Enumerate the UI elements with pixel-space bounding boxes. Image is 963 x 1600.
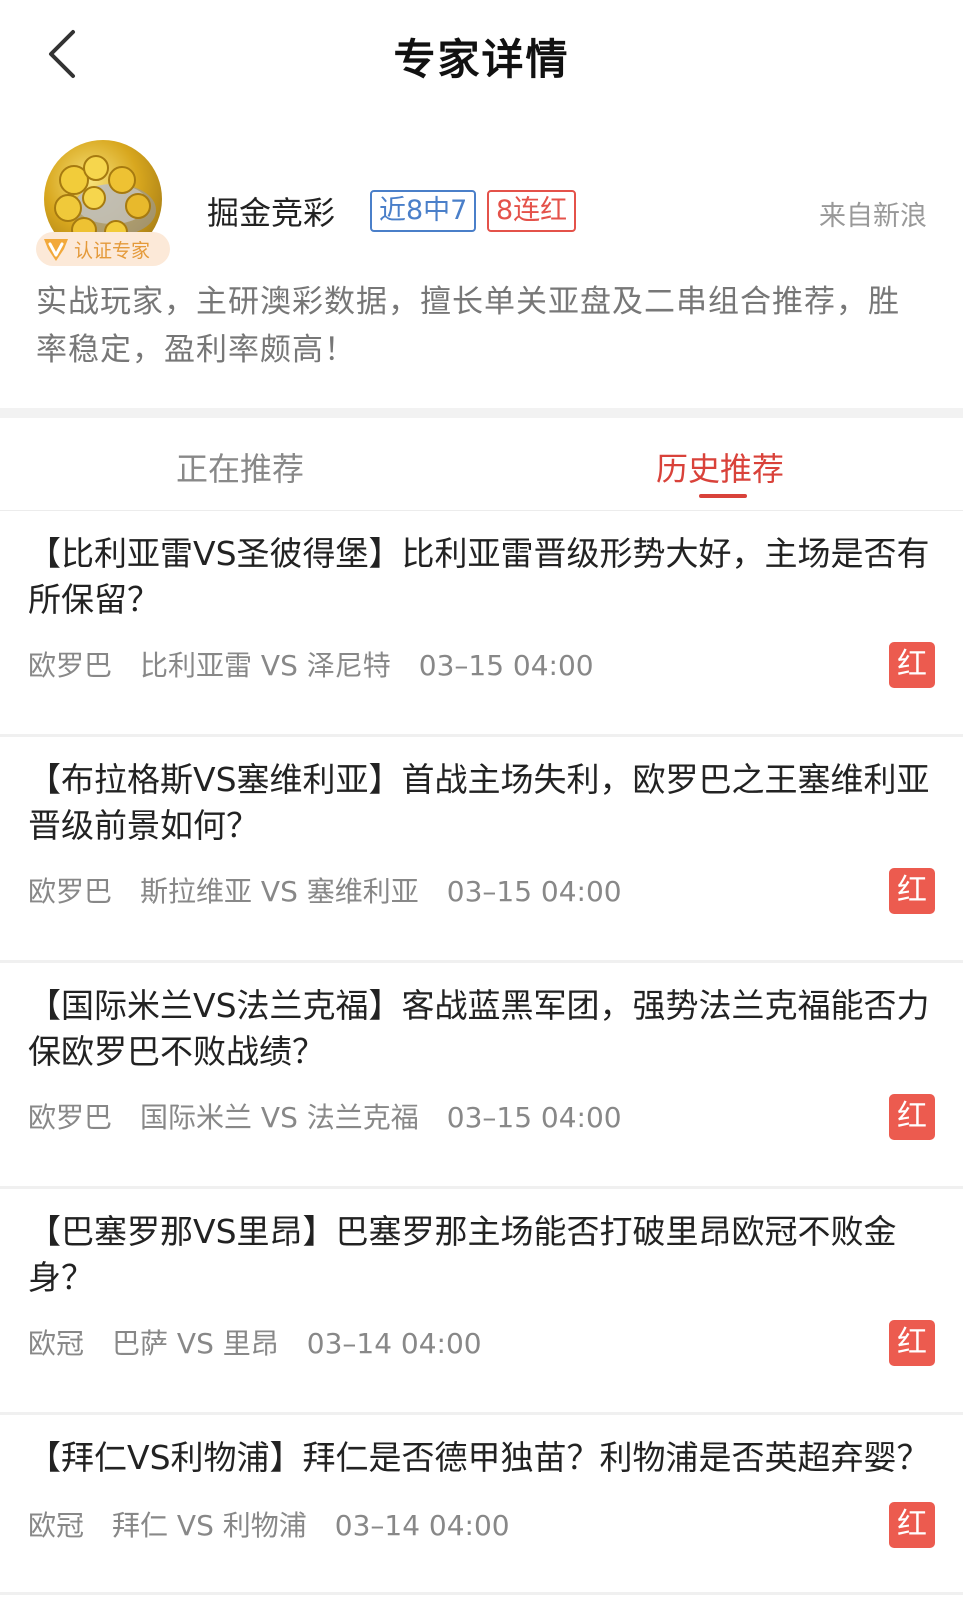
list-item[interactable]: 【巴塞罗那VS里昂】巴塞罗那主场能否打破里昂欧冠不败金身？ 欧冠 巴萨 VS 里昂… xyxy=(0,1189,963,1415)
item-meta: 欧罗巴 斯拉维亚 VS 塞维利亚 03–15 04:00 xyxy=(28,870,650,910)
item-meta: 欧冠 拜仁 VS 利物浦 03–14 04:00 xyxy=(28,1504,538,1544)
item-time: 03–14 04:00 xyxy=(334,1509,510,1542)
item-league: 欧罗巴 xyxy=(28,649,113,682)
list-item[interactable]: 【国际米兰VS法兰克福】客战蓝黑军团，强势法兰克福能否力保欧罗巴不败战绩？ 欧罗… xyxy=(0,963,963,1189)
item-match: 巴萨 VS 里昂 xyxy=(112,1327,279,1360)
item-title: 【比利亚雷VS圣彼得堡】比利亚雷晋级形势大好，主场是否有所保留？ xyxy=(28,534,930,619)
item-title: 【巴塞罗那VS里昂】巴塞罗那主场能否打破里昂欧冠不败金身？ xyxy=(28,1212,897,1297)
item-league: 欧冠 xyxy=(28,1327,85,1360)
streak-tag: 8连红 xyxy=(487,190,577,232)
item-time: 03–15 04:00 xyxy=(418,649,594,682)
item-meta: 欧罗巴 比利亚雷 VS 泽尼特 03–15 04:00 xyxy=(28,644,622,684)
expert-name: 掘金竞彩 xyxy=(207,194,336,232)
source-label: 来自新浪 xyxy=(819,201,927,232)
record-tag: 近8中7 xyxy=(370,190,477,232)
tab-current-recommendations[interactable]: 正在推荐 xyxy=(176,444,304,490)
list-item[interactable]: 【布拉格斯VS塞维利亚】首战主场失利，欧罗巴之王塞维利亚晋级前景如何？ 欧罗巴斯… xyxy=(0,737,963,963)
item-title: 【布拉格斯VS塞维利亚】首战主场失利，欧罗巴之王塞维利亚晋级前景如何？ xyxy=(28,760,930,845)
active-tab-indicator xyxy=(699,494,747,498)
expert-profile: 认证专家 掘金竞彩 近8中7 8连红 来自新浪 实战玩家，主研澳彩数据，擅长单关… xyxy=(0,110,963,408)
item-meta: 欧罗巴 国际米兰 VS 法兰克福 03–15 04:00 xyxy=(28,1096,650,1136)
result-badge: 红 xyxy=(889,868,935,914)
result-badge: 红 xyxy=(889,1094,935,1140)
page-title: 专家详情 xyxy=(393,35,570,84)
item-time: 03–14 04:00 xyxy=(306,1327,482,1360)
result-badge: 红 xyxy=(889,1502,935,1548)
avatar-container: 认证专家 xyxy=(36,140,176,280)
verified-expert-badge: 认证专家 xyxy=(36,232,171,266)
item-match: 比利亚雷 VS 泽尼特 xyxy=(140,649,391,682)
item-time: 03–15 04:00 xyxy=(446,875,622,908)
list-item[interactable]: 【比利亚雷VS圣彼得堡】比利亚雷晋级形势大好，主场是否有所保留？ 欧罗巴 比利亚雷… xyxy=(0,511,963,737)
tab-bar: 正在推荐 历史推荐 xyxy=(0,418,963,511)
item-match: 拜仁 VS 利物浦 xyxy=(112,1509,307,1542)
item-title: 【拜仁VS利物浦】拜仁是否德甲独苗？利物浦是否英超弃婴？ xyxy=(28,1438,930,1477)
verified-label: 认证专家 xyxy=(74,239,151,262)
item-league: 欧罗巴 xyxy=(28,1101,113,1134)
item-meta: 欧冠 巴萨 VS 里昂 03–14 04:00 xyxy=(28,1322,510,1362)
nav-bar: 专家详情 xyxy=(0,0,963,110)
item-match: 斯拉维亚 VS 塞维利亚 xyxy=(140,875,419,908)
item-league: 欧冠 xyxy=(28,1509,85,1542)
item-title: 【国际米兰VS法兰克福】客战蓝黑军团，强势法兰克福能否力保欧罗巴不败战绩？ xyxy=(28,986,930,1071)
item-time: 03–15 04:00 xyxy=(446,1101,622,1134)
result-badge: 红 xyxy=(889,1320,935,1366)
tab-history-recommendations[interactable]: 历史推荐 xyxy=(656,444,784,490)
list-item[interactable]: 【拜仁VS利物浦】拜仁是否德甲独苗？利物浦是否英超弃婴？ 欧冠 拜仁 VS 利物浦… xyxy=(0,1415,963,1595)
expert-bio: 实战玩家，主研澳彩数据，擅长单关亚盘及二串组合推荐，胜率稳定，盈利率颇高！ xyxy=(36,284,900,368)
recommendation-list: 【比利亚雷VS圣彼得堡】比利亚雷晋级形势大好，主场是否有所保留？ 欧罗巴 比利亚雷… xyxy=(0,511,963,1595)
verified-v-icon xyxy=(44,239,68,261)
item-league: 欧罗巴 xyxy=(28,875,113,908)
result-badge: 红 xyxy=(889,642,935,688)
section-divider xyxy=(0,408,963,418)
item-match: 国际米兰 VS 法兰克福 xyxy=(140,1101,419,1134)
